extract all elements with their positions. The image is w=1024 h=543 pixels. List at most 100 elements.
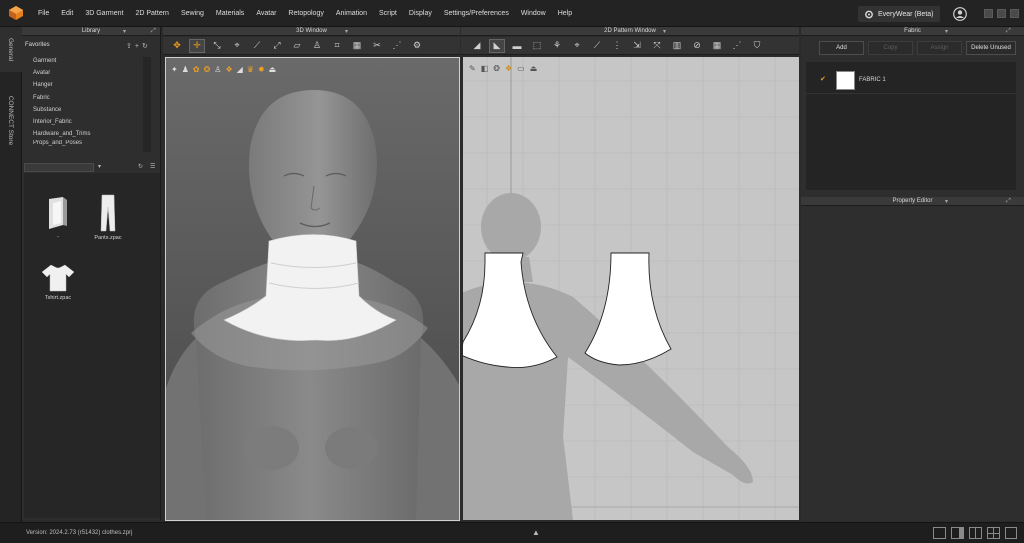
view3d-dropdown-icon[interactable]: ▾ [345, 28, 348, 35]
point-tool-icon[interactable]: ⤡ [209, 39, 225, 53]
capture-icon[interactable]: ⏏ [530, 64, 538, 73]
library-file-pants[interactable]: Pants.zpac [86, 193, 130, 241]
lighting-icon[interactable]: ♛ [247, 65, 254, 74]
layout-custom-icon[interactable] [1005, 527, 1017, 539]
menu-animation[interactable]: Animation [330, 0, 373, 27]
menu-sewing[interactable]: Sewing [175, 0, 210, 27]
fabric-dropdown-icon[interactable]: ▾ [945, 28, 948, 35]
menu-script[interactable]: Script [373, 0, 403, 27]
button-tool-icon[interactable]: ⋰ [729, 39, 745, 53]
menu-display[interactable]: Display [403, 0, 438, 27]
transform-pattern-tool-icon[interactable]: ◣ [489, 38, 505, 53]
library-file-parent[interactable]: .. [36, 195, 80, 239]
assign-fabric-button[interactable]: Assign [917, 41, 962, 55]
transform-tool-icon[interactable]: ✛ [189, 38, 205, 53]
select-mesh-tool-icon[interactable]: ✥ [169, 39, 185, 53]
dart-tool-icon[interactable]: ⚘ [549, 39, 565, 53]
rectangle-tool-icon[interactable]: ▬ [509, 39, 525, 53]
tree-item-interior-fabric[interactable]: Interior_Fabric [25, 116, 175, 128]
view3d-viewport[interactable]: ✦ ♟ ✿ ❂ ♙ ❖ ◢ ♛ ✹ ⏏ [165, 57, 460, 521]
tree-item-hanger[interactable]: Hanger [25, 79, 175, 91]
add-icon[interactable]: + [135, 43, 142, 50]
edit-pattern-tool-icon[interactable]: ◢ [469, 39, 485, 53]
tree-item-fabric[interactable]: Fabric [25, 92, 175, 104]
tree-item-avatar[interactable]: Avatar [25, 67, 175, 79]
avatar-display-icon[interactable]: ♟ [182, 65, 189, 74]
menu-window[interactable]: Window [515, 0, 552, 27]
print-icon[interactable]: ▭ [517, 64, 525, 73]
free-sewing-icon[interactable]: ⇲ [629, 39, 645, 53]
library-tree-scrollbar[interactable] [143, 57, 151, 152]
tshirt-tool-icon[interactable]: ⛉ [749, 39, 765, 53]
simulate-icon[interactable]: ✦ [171, 65, 178, 74]
grid-2d-icon[interactable]: ▦ [709, 39, 725, 53]
menu-3d-garment[interactable]: 3D Garment [79, 0, 129, 27]
layout-single-icon[interactable] [933, 527, 946, 539]
list-view-icon[interactable]: ☰ [150, 163, 155, 170]
menu-edit[interactable]: Edit [55, 0, 79, 27]
tree-item-garment[interactable]: Garment [25, 55, 175, 67]
tree-item-substance[interactable]: Substance [25, 104, 175, 116]
fold-tool-icon[interactable]: ⤢ [269, 39, 285, 53]
expand-panel-icon[interactable]: ▲ [532, 528, 540, 537]
tab-general[interactable]: General [0, 27, 22, 72]
layout-dual-icon[interactable] [969, 527, 982, 539]
library-file-tshirt[interactable]: Tshirt.zpac [36, 263, 80, 301]
menu-2d-pattern[interactable]: 2D Pattern [129, 0, 174, 27]
dropdown-arrow-icon[interactable]: ▾ [123, 28, 126, 35]
screenshot-icon[interactable]: ⏏ [269, 65, 277, 74]
tree-item-props[interactable]: Props_and_Poses [25, 140, 175, 146]
arrange-tool-icon[interactable]: ⌗ [329, 39, 345, 53]
view2d-dropdown-icon[interactable]: ▾ [663, 28, 666, 35]
elastic-tool-icon[interactable]: ▥ [669, 39, 685, 53]
grid-tool-icon[interactable]: ▦ [349, 39, 365, 53]
fabric-display-icon[interactable]: ❖ [225, 65, 232, 74]
brand-badge[interactable]: EveryWear (Beta) [858, 6, 940, 22]
property-dropdown-icon[interactable]: ▾ [945, 198, 948, 205]
menu-materials[interactable]: Materials [210, 0, 250, 27]
avatar-show-icon[interactable]: ♙ [214, 65, 221, 74]
checkmark-icon[interactable]: ✔ [820, 75, 826, 83]
menu-file[interactable]: File [32, 0, 55, 27]
refresh-icon[interactable]: ↻ [142, 43, 151, 50]
sewing-tool-icon[interactable]: ⋰ [389, 39, 405, 53]
tab-connect-store[interactable]: CONNECT Store [0, 80, 22, 160]
close-button[interactable] [1010, 9, 1019, 18]
fabric-2d-icon[interactable]: ❖ [505, 64, 512, 73]
fabric-float-icon[interactable]: ⤢ [1006, 28, 1011, 35]
measure-tool-icon[interactable]: ▱ [289, 39, 305, 53]
view2d-viewport[interactable]: ✎ ◧ ❂ ❖ ▭ ⏏ [463, 57, 799, 520]
maximize-button[interactable] [997, 9, 1006, 18]
pattern-display-icon[interactable]: ◢ [237, 65, 243, 74]
close-panel-icon[interactable]: ⤢ [151, 28, 156, 35]
path-dropdown-icon[interactable]: ▾ [98, 163, 101, 170]
menu-avatar[interactable]: Avatar [250, 0, 282, 27]
tree-item-hardware[interactable]: Hardware_and_Trims [25, 128, 175, 140]
pin-2d-tool-icon[interactable]: ⌖ [569, 39, 585, 53]
check-sewing-icon[interactable]: ⤧ [649, 39, 665, 53]
menu-retopology[interactable]: Retopology [282, 0, 329, 27]
fabric-list-item[interactable]: ✔ FABRIC 1 [806, 66, 1016, 94]
library-path-field[interactable] [24, 163, 94, 172]
fold-arrange-icon[interactable]: ⊘ [689, 39, 705, 53]
add-fabric-button[interactable]: Add [819, 41, 864, 55]
minimize-button[interactable] [984, 9, 993, 18]
pattern-edit-icon[interactable]: ✎ [469, 64, 476, 73]
menu-settings[interactable]: Settings/Preferences [438, 0, 515, 27]
render-icon[interactable]: ✹ [258, 65, 265, 74]
cut-tool-icon[interactable]: ✂ [369, 39, 385, 53]
garment-display-icon[interactable]: ✿ [193, 65, 200, 74]
internal-line-tool-icon[interactable]: ⟋ [589, 39, 605, 53]
refresh-list-icon[interactable]: ↻ [138, 163, 143, 170]
menu-help[interactable]: Help [552, 0, 578, 27]
layout-quad-icon[interactable] [987, 527, 1000, 539]
polygon-tool-icon[interactable]: ⬚ [529, 39, 545, 53]
settings-tool-icon[interactable]: ⚙ [409, 39, 425, 53]
texture-display-icon[interactable]: ❂ [204, 65, 211, 74]
copy-fabric-button[interactable]: Copy [868, 41, 913, 55]
segment-sewing-icon[interactable]: ⋮ [609, 39, 625, 53]
layout-split-icon[interactable] [951, 527, 964, 539]
avatar-tool-icon[interactable]: ♙ [309, 39, 325, 53]
texture-2d-icon[interactable]: ❂ [493, 64, 500, 73]
pin-tool-icon[interactable]: ⌖ [229, 39, 245, 53]
